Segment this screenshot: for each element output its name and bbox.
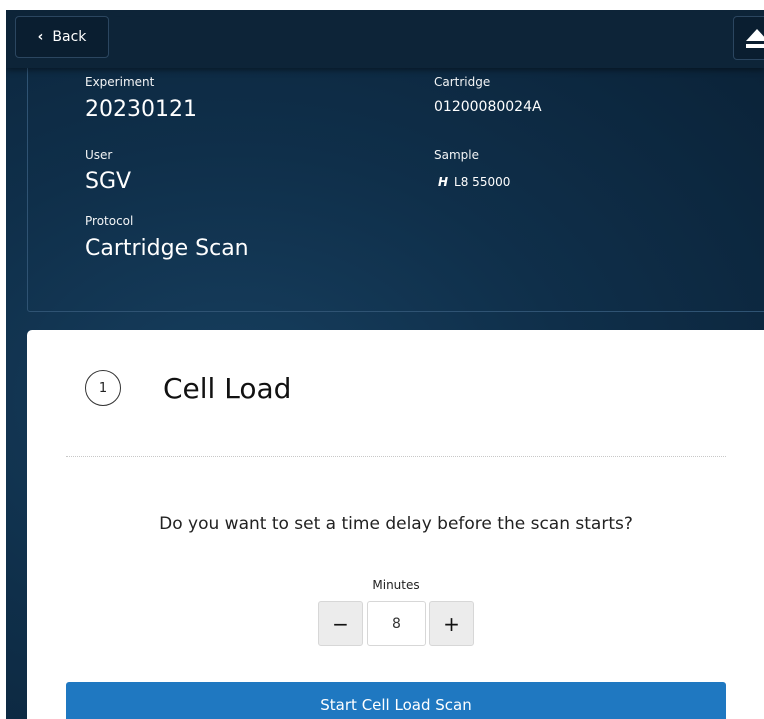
eject-icon [746, 29, 764, 48]
step-number-badge: 1 [85, 370, 121, 406]
protocol-label: Protocol [85, 214, 134, 228]
user-label: User [85, 148, 113, 162]
eject-button[interactable] [733, 16, 764, 60]
delay-question: Do you want to set a time delay before t… [159, 514, 633, 534]
experiment-value: 20230121 [85, 97, 197, 122]
sample-label: Sample [434, 148, 479, 162]
experiment-label: Experiment [85, 75, 155, 89]
cartridge-value: 01200080024A [434, 99, 542, 115]
decrement-button[interactable]: − [318, 601, 363, 646]
cartridge-label: Cartridge [434, 75, 491, 89]
cell-load-card: 1 Cell Load Do you want to set a time de… [27, 330, 764, 719]
sample-value-group: H L8 55000 [438, 175, 510, 189]
protocol-value: Cartridge Scan [85, 236, 249, 261]
app-window: ‹ Back Experiment 20230121 Cartridge 012… [6, 10, 764, 719]
chevron-left-icon: ‹ [37, 29, 44, 45]
start-button-label: Start Cell Load Scan [320, 696, 472, 714]
sample-value: L8 55000 [454, 175, 511, 189]
experiment-info-panel: Experiment 20230121 Cartridge 0120008002… [27, 64, 764, 312]
step-title: Cell Load [163, 372, 292, 405]
back-button[interactable]: ‹ Back [15, 16, 109, 58]
minutes-input[interactable] [367, 601, 426, 646]
top-bar: ‹ Back [6, 10, 764, 68]
increment-button[interactable]: + [429, 601, 474, 646]
back-button-label: Back [52, 29, 87, 45]
human-species-icon: H [438, 175, 449, 189]
minutes-label: Minutes [372, 578, 420, 592]
start-cell-load-scan-button[interactable]: Start Cell Load Scan [66, 682, 726, 719]
divider [66, 456, 726, 457]
user-value: SGV [85, 169, 132, 194]
